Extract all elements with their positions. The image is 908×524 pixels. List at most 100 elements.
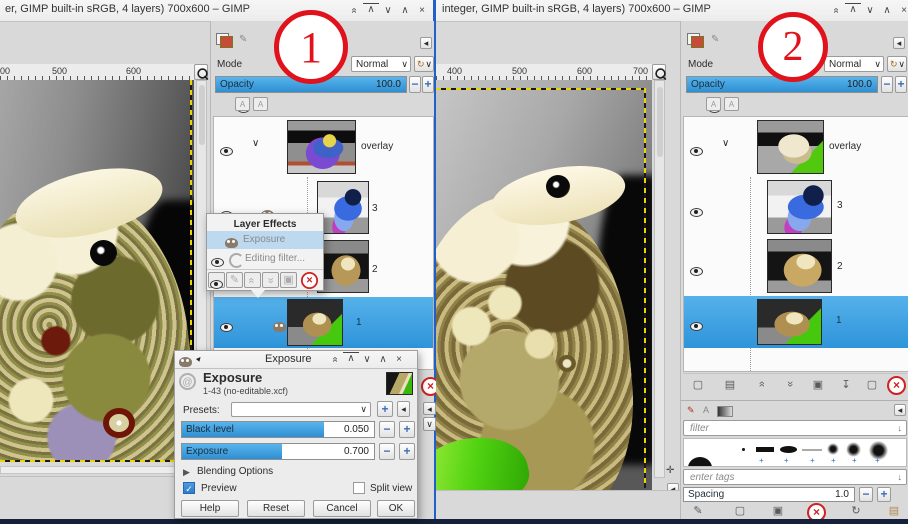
lock-alpha-button[interactable]: A (724, 97, 739, 111)
help-button[interactable]: Help (181, 500, 239, 517)
toggle-visibility-button[interactable] (208, 272, 225, 289)
brush-line[interactable] (802, 449, 822, 451)
tags-input[interactable]: enter tags ↓ (683, 469, 907, 485)
layer-name[interactable]: 1 (356, 317, 362, 328)
layer-row-overlay[interactable]: ∨ overlay (684, 119, 908, 177)
layer-row-1-selected[interactable]: 1 (214, 297, 433, 348)
black-level-increase[interactable]: + (399, 421, 415, 438)
exposure-slider[interactable]: Exposure 0.700 (181, 443, 375, 460)
rollup-icon[interactable]: » (346, 3, 362, 18)
close-icon[interactable]: × (414, 3, 430, 18)
layer-row-3[interactable]: 3 (684, 178, 908, 236)
opacity-decrease-button[interactable]: − (409, 76, 421, 93)
chevron-down-icon[interactable]: ∨ (722, 138, 729, 149)
layer-name[interactable]: 2 (372, 264, 378, 275)
eye-icon[interactable] (690, 322, 703, 331)
shade-icon[interactable]: ∧ (343, 352, 359, 365)
duplicate-brush-button[interactable]: ▣ (769, 504, 787, 517)
maximize-icon[interactable]: ∧ (879, 3, 895, 18)
right-canvas-vscrollbar[interactable] (654, 80, 665, 478)
brush-fuzzy-small[interactable] (827, 443, 839, 455)
layer-name[interactable]: 3 (372, 203, 378, 214)
lock-pixels-button[interactable]: A (235, 97, 250, 111)
merge-effect-button[interactable]: ▣ (280, 272, 297, 288)
new-layer-button[interactable]: ▢ (689, 378, 707, 391)
brush-bar[interactable] (756, 447, 774, 452)
layer-name[interactable]: overlay (361, 141, 393, 152)
black-level-slider[interactable]: Black level 0.050 (181, 421, 375, 438)
exposure-increase[interactable]: + (399, 443, 415, 460)
effects-tab-icon[interactable]: ✎ (711, 34, 719, 45)
refresh-brushes-button[interactable]: ↻ (847, 504, 865, 517)
delete-layer-icon[interactable] (887, 376, 906, 395)
effects-tab-icon[interactable]: ✎ (239, 34, 247, 45)
panel-menu-button[interactable]: ◂ (893, 37, 905, 49)
lock-alpha-button[interactable]: A (253, 97, 268, 111)
maximize-icon[interactable]: ∧ (397, 3, 413, 18)
dock-menu-button[interactable]: ◂ (894, 404, 906, 416)
blend-space-dropdown[interactable]: ↻ ∨ (887, 56, 907, 72)
layer-thumbnail[interactable] (757, 299, 822, 345)
rollup-icon[interactable]: » (327, 352, 343, 367)
right-canvas[interactable] (436, 80, 652, 490)
drop-arrow-icon[interactable]: ↓ (898, 423, 903, 433)
dialog-titlebar[interactable]: ▴ Exposure » ∧ ∨ ∧ × (175, 351, 417, 369)
remove-effect-button[interactable] (300, 271, 319, 295)
layer-thumbnail[interactable] (287, 299, 343, 346)
add-preset-button[interactable]: + (377, 401, 393, 417)
layer-thumbnail[interactable] (767, 180, 832, 234)
popup-item-exposure[interactable]: Exposure (207, 231, 323, 249)
spacing-increase[interactable]: + (877, 487, 891, 502)
brush-half-dome[interactable] (688, 457, 712, 466)
shade-icon[interactable]: ∧ (363, 3, 379, 16)
layers-dialog-tab-icon[interactable] (687, 33, 704, 48)
merge-layer-button[interactable]: ↧ (837, 378, 855, 391)
mode-dropdown[interactable]: Normal ∨ (351, 56, 411, 72)
layer-row-1-selected[interactable]: 1 (684, 296, 908, 348)
brush-fuzzy-medium[interactable] (846, 442, 861, 457)
layer-name[interactable]: 3 (837, 200, 843, 211)
scroll-thumb[interactable] (199, 85, 205, 145)
font-tab-icon[interactable]: A (703, 405, 709, 415)
minimize-icon[interactable]: ∨ (359, 352, 375, 367)
layer-name[interactable]: 1 (836, 315, 842, 326)
presets-combo[interactable]: ∨ (231, 402, 371, 417)
left-titlebar[interactable]: er, GIMP built-in sRGB, 4 layers) 700x60… (0, 0, 433, 22)
expander-icon[interactable]: ▶ (183, 467, 190, 478)
zoom-follow-button[interactable] (652, 64, 666, 80)
black-level-decrease[interactable]: − (379, 421, 395, 438)
open-brush-folder-button[interactable]: ▤ (885, 504, 903, 517)
spacing-decrease[interactable]: − (859, 487, 873, 502)
chevron-down-icon[interactable]: ∨ (252, 138, 259, 149)
eye-icon[interactable] (690, 267, 703, 276)
left-canvas[interactable] (0, 80, 194, 462)
close-icon[interactable]: × (896, 3, 908, 18)
lock-pixels-button[interactable]: A (706, 97, 721, 111)
dock-scroll-button[interactable]: ∨ (423, 417, 436, 431)
opacity-decrease-button[interactable]: − (881, 76, 893, 93)
layer-name[interactable]: overlay (829, 141, 861, 152)
eye-icon[interactable] (690, 208, 703, 217)
layer-thumbnail[interactable] (317, 240, 369, 293)
pin-icon[interactable]: ▴ (194, 353, 205, 364)
right-titlebar[interactable]: integer, GIMP built-in sRGB, 4 layers) 7… (436, 0, 908, 22)
duplicate-layer-button[interactable]: ▣ (809, 378, 827, 391)
zoom-follow-button[interactable] (194, 64, 208, 80)
mask-layer-button[interactable]: ▢ (863, 378, 881, 391)
ok-button[interactable]: OK (377, 500, 415, 517)
preset-menu-button[interactable]: ◂ (397, 401, 410, 417)
new-brush-button[interactable]: ▢ (731, 504, 749, 517)
cancel-button[interactable]: Cancel (313, 500, 371, 517)
preview-checkbox[interactable]: ✓ (183, 482, 195, 494)
split-view-checkbox[interactable] (353, 482, 365, 494)
edit-brush-button[interactable]: ✎ (689, 504, 707, 517)
brush-grid[interactable]: + + + + + + (683, 438, 907, 467)
mode-dropdown[interactable]: Normal ∨ (824, 56, 884, 72)
minimize-icon[interactable]: ∨ (862, 3, 878, 18)
layer-row-overlay[interactable]: ∨ overlay (214, 119, 433, 177)
layer-thumbnail[interactable] (287, 120, 356, 174)
new-group-button[interactable]: ▤ (721, 378, 739, 391)
popup-item-editing[interactable]: Editing filter... (207, 250, 323, 268)
layer-thumbnail[interactable] (317, 181, 369, 234)
minimize-icon[interactable]: ∨ (380, 3, 396, 18)
